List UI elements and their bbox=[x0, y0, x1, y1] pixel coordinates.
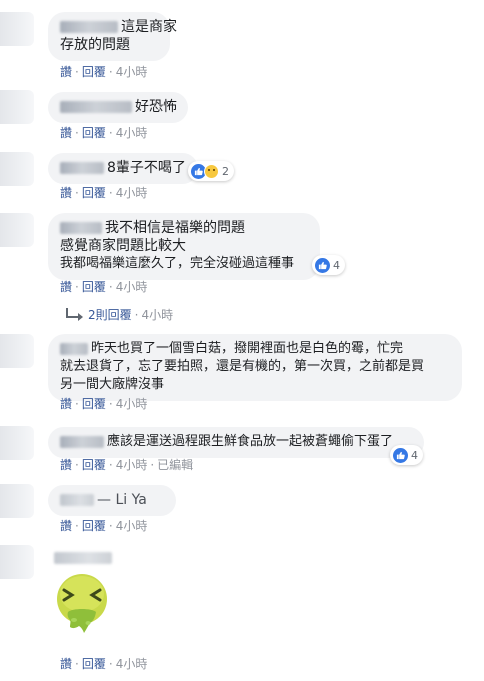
reaction-count: 4 bbox=[411, 448, 418, 462]
sick-face-sticker[interactable] bbox=[48, 568, 116, 636]
comment-actions: 讚 · 回覆 · 4小時 bbox=[60, 517, 148, 534]
like-link[interactable]: 讚 bbox=[60, 124, 72, 141]
timestamp[interactable]: 4小時 bbox=[116, 395, 148, 412]
like-icon bbox=[393, 447, 408, 463]
comment-bubble: 昨天也買了一個雪白菇，撥開裡面也是白色的霉，忙完 就去退貨了，忘了要拍照，還是有… bbox=[48, 334, 462, 401]
reply-link[interactable]: 回覆 bbox=[82, 395, 106, 412]
avatar[interactable] bbox=[0, 484, 34, 518]
commenter-name[interactable] bbox=[60, 222, 102, 234]
comment-bubble: 我不相信是福樂的問題 感覺商家問題比較大 我都喝福樂這麼久了，完全沒碰過這種事 bbox=[48, 213, 320, 280]
comment-actions: 讚 · 回覆 · 4小時 bbox=[60, 655, 148, 672]
timestamp[interactable]: 4小時 bbox=[141, 306, 173, 323]
reaction-count: 2 bbox=[222, 164, 229, 178]
comment-actions: 讚 · 回覆 · 4小時 bbox=[60, 278, 148, 295]
avatar[interactable] bbox=[0, 152, 34, 186]
like-icon bbox=[315, 257, 330, 273]
commenter-name[interactable] bbox=[60, 101, 132, 113]
view-replies[interactable]: 2則回覆 · 4小時 bbox=[66, 306, 173, 323]
timestamp[interactable]: 4小時 bbox=[116, 655, 148, 672]
comment-text: 另一間大廠牌沒事 bbox=[60, 377, 165, 392]
reaction-count: 4 bbox=[333, 258, 340, 272]
view-replies-link[interactable]: 2則回覆 bbox=[88, 306, 132, 323]
reaction-summary[interactable]: 2 bbox=[188, 161, 234, 181]
reply-link[interactable]: 回覆 bbox=[82, 63, 106, 80]
reply-link[interactable]: 回覆 bbox=[82, 517, 106, 534]
comment-text: 感覺商家問題比較大 bbox=[60, 238, 186, 254]
reply-link[interactable]: 回覆 bbox=[82, 278, 106, 295]
commenter-name[interactable] bbox=[54, 552, 112, 564]
like-link[interactable]: 讚 bbox=[60, 517, 72, 534]
avatar[interactable] bbox=[0, 334, 34, 368]
comment-text: 應該是運送過程跟生鮮食品放一起被蒼蠅偷下蛋了 bbox=[107, 434, 394, 449]
reply-link[interactable]: 回覆 bbox=[82, 655, 106, 672]
reply-arrow-icon bbox=[66, 308, 83, 321]
comment-text: 我都喝福樂這麼久了，完全沒碰過這種事 bbox=[60, 256, 295, 271]
comment-bubble: 應該是運送過程跟生鮮食品放一起被蒼蠅偷下蛋了 bbox=[48, 427, 424, 458]
comment-actions: 讚 · 回覆 · 4小時 bbox=[60, 124, 148, 141]
timestamp[interactable]: 4小時 bbox=[116, 517, 148, 534]
comment-actions: 讚 · 回覆 · 4小時 · 已編輯 bbox=[60, 456, 194, 473]
avatar[interactable] bbox=[0, 12, 34, 46]
commenter-name[interactable] bbox=[60, 435, 104, 448]
commenter-name[interactable] bbox=[60, 21, 118, 33]
timestamp[interactable]: 4小時 bbox=[116, 63, 148, 80]
timestamp[interactable]: 4小時 bbox=[116, 278, 148, 295]
comment-bubble: — Li Ya bbox=[48, 485, 176, 516]
comment-actions: 讚 · 回覆 · 4小時 bbox=[60, 63, 148, 80]
comment-text: 就去退貨了，忘了要拍照，還是有機的，第一次買，之前都是買 bbox=[60, 359, 425, 374]
avatar[interactable] bbox=[0, 426, 34, 460]
comment-bubble: 這是商家 存放的問題 bbox=[48, 12, 177, 61]
avatar[interactable] bbox=[0, 90, 34, 124]
reaction-summary[interactable]: 4 bbox=[390, 445, 423, 465]
comment-text: 這是商家 bbox=[121, 19, 177, 35]
like-link[interactable]: 讚 bbox=[60, 456, 72, 473]
comment-actions: 讚 · 回覆 · 4小時 bbox=[60, 184, 148, 201]
timestamp[interactable]: 4小時 bbox=[116, 124, 148, 141]
comment-bubble: 好恐怖 bbox=[48, 92, 188, 123]
reaction-summary[interactable]: 4 bbox=[312, 255, 345, 275]
reply-link[interactable]: 回覆 bbox=[82, 456, 106, 473]
reply-link[interactable]: 回覆 bbox=[82, 184, 106, 201]
avatar[interactable] bbox=[0, 213, 34, 247]
comment-text: 存放的問題 bbox=[60, 37, 130, 53]
sad-icon bbox=[204, 163, 219, 179]
comment-bubble: 8輩子不喝了 bbox=[48, 153, 198, 184]
like-link[interactable]: 讚 bbox=[60, 184, 72, 201]
comment-text: 昨天也買了一個雪白菇，撥開裡面也是白色的霉，忙完 bbox=[91, 341, 404, 356]
reply-link[interactable]: 回覆 bbox=[82, 124, 106, 141]
timestamp[interactable]: 4小時 bbox=[116, 184, 148, 201]
like-link[interactable]: 讚 bbox=[60, 395, 72, 412]
comment-text: 我不相信是福樂的問題 bbox=[105, 220, 245, 236]
commenter-name[interactable] bbox=[60, 162, 104, 174]
like-link[interactable]: 讚 bbox=[60, 655, 72, 672]
edited-label[interactable]: 已編輯 bbox=[157, 456, 193, 473]
comment-text: 8輩子不喝了 bbox=[107, 160, 186, 176]
timestamp[interactable]: 4小時 bbox=[116, 456, 148, 473]
commenter-name[interactable] bbox=[60, 494, 94, 506]
like-link[interactable]: 讚 bbox=[60, 278, 72, 295]
comment-text: 好恐怖 bbox=[135, 99, 177, 115]
commenter-name[interactable] bbox=[60, 342, 88, 355]
avatar[interactable] bbox=[0, 545, 34, 579]
like-link[interactable]: 讚 bbox=[60, 63, 72, 80]
comment-text: — Li Ya bbox=[97, 492, 147, 508]
comment-actions: 讚 · 回覆 · 4小時 bbox=[60, 395, 148, 412]
